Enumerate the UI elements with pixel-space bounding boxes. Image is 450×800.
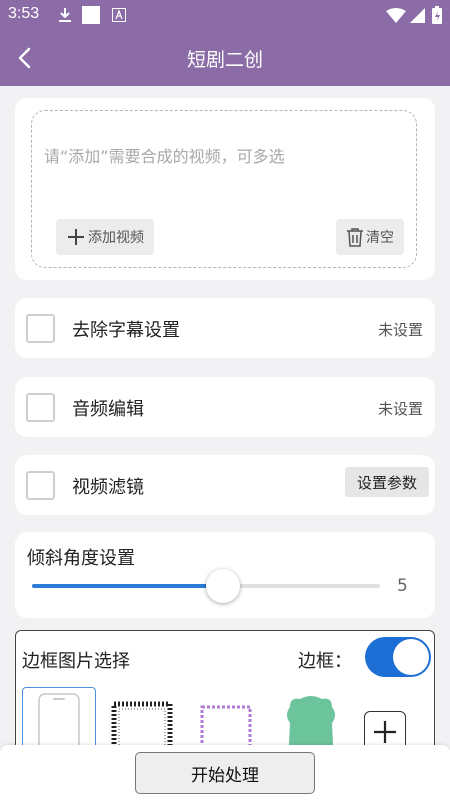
download-icon (58, 7, 72, 27)
option-video-filter: 视频滤镜 设置参数 (15, 455, 435, 515)
slider-fill (32, 584, 224, 588)
app-notification-icon (112, 7, 126, 26)
audio-edit-status: 未设置 (377, 400, 423, 418)
frame-toggle-label: 边框： (298, 651, 352, 672)
page-title: 短剧二创 (186, 49, 263, 71)
video-filter-checkbox[interactable] (26, 471, 55, 500)
video-drop-area[interactable]: 请“添加”需要合成的视频，可多选 添加视频 清空 (31, 110, 417, 268)
signal-icon (410, 8, 425, 27)
trash-icon (347, 228, 363, 247)
clear-label: 清空 (366, 230, 394, 246)
clear-button[interactable]: 清空 (336, 219, 404, 255)
video-filter-label: 视频滤镜 (72, 477, 144, 498)
battery-icon (432, 6, 442, 28)
tilt-angle-card: 倾斜角度设置 5 (15, 532, 435, 618)
frame-selection-label: 边框图片选择 (22, 651, 130, 672)
add-video-label: 添加视频 (88, 230, 144, 246)
audio-edit-label: 音频编辑 (72, 399, 144, 420)
bottom-action-bar: 开始处理 (0, 745, 450, 800)
status-time: 3:53 (8, 5, 40, 22)
slider-thumb[interactable] (206, 569, 241, 603)
option-remove-subtitle[interactable]: 去除字幕设置 未设置 (15, 298, 435, 358)
video-upload-card: 请“添加”需要合成的视频，可多选 添加视频 清空 (15, 98, 435, 280)
status-bar: 3:53 (0, 0, 450, 30)
tilt-angle-slider[interactable] (32, 569, 380, 603)
tilt-angle-label: 倾斜角度设置 (27, 548, 135, 569)
set-params-button[interactable]: 设置参数 (345, 467, 429, 497)
add-video-button[interactable]: 添加视频 (56, 219, 154, 255)
remove-subtitle-checkbox[interactable] (26, 314, 55, 343)
notification-square-icon (82, 6, 100, 24)
toggle-knob (393, 639, 429, 675)
start-processing-button[interactable]: 开始处理 (135, 752, 315, 794)
audio-edit-checkbox[interactable] (26, 393, 55, 422)
plus-icon (68, 229, 84, 245)
app-header: 短剧二创 (0, 30, 450, 86)
remove-subtitle-label: 去除字幕设置 (72, 320, 180, 341)
remove-subtitle-status: 未设置 (377, 321, 423, 339)
frame-toggle[interactable] (365, 637, 431, 677)
wifi-icon (386, 8, 406, 27)
tilt-angle-value: 5 (397, 576, 408, 596)
option-audio-edit[interactable]: 音频编辑 未设置 (15, 377, 435, 437)
upload-placeholder: 请“添加”需要合成的视频，可多选 (44, 147, 285, 166)
